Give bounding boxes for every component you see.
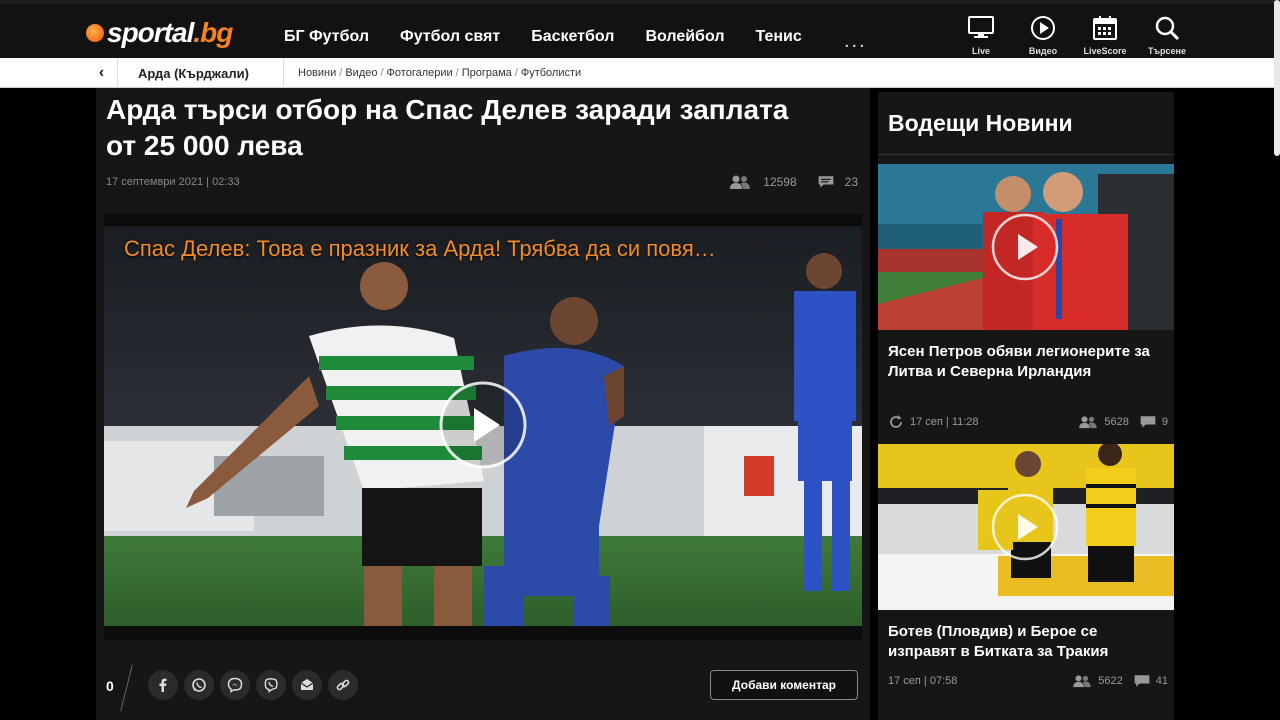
site-logo[interactable]: sportal.bg xyxy=(86,17,233,48)
refresh-icon xyxy=(890,415,902,428)
subnav-divider xyxy=(283,58,284,88)
article: Арда търси отбор на Спас Делев заради за… xyxy=(96,88,870,720)
monitor-icon xyxy=(968,16,994,38)
story-meta: 17 сеп | 07:58 5622 41 xyxy=(888,674,1168,688)
envelope-icon xyxy=(300,679,314,690)
whatsapp-share-button[interactable] xyxy=(184,670,214,700)
live-label: Live xyxy=(971,46,990,56)
video-caption: Спас Делев: Това е празник за Арда! Тряб… xyxy=(124,236,716,261)
logo-name: sportal xyxy=(107,17,194,48)
section-schedule[interactable]: Програма xyxy=(462,67,512,79)
story-date: 17 сеп | 07:58 xyxy=(888,675,958,687)
comment-icon xyxy=(1134,675,1150,687)
story-card[interactable]: Ясен Петров обяви легионерите за Литва и… xyxy=(878,164,1174,436)
nav-bg-football[interactable]: БГ Футбол xyxy=(284,28,369,46)
sidebar-divider xyxy=(878,154,1174,155)
story-meta: 17 сеп | 11:28 5628 9 xyxy=(888,414,1168,430)
article-stats: 12598 23 xyxy=(729,174,858,190)
back-chevron-icon[interactable]: ‹ xyxy=(86,58,118,88)
page-scrollbar[interactable] xyxy=(1274,0,1280,156)
add-comment-button[interactable]: Добави коментар xyxy=(710,670,858,700)
livescore-button[interactable]: LiveScore xyxy=(1074,14,1136,56)
nav-world-football[interactable]: Футбол свят xyxy=(400,28,500,46)
section-players[interactable]: Футболисти xyxy=(521,67,581,79)
section-galleries[interactable]: Фотогалерии xyxy=(387,67,453,79)
livescore-label: LiveScore xyxy=(1083,46,1127,56)
share-buttons xyxy=(148,670,364,700)
whatsapp-icon xyxy=(192,678,206,692)
calendar-icon xyxy=(1093,16,1117,40)
facebook-icon xyxy=(159,678,167,692)
comment-icon xyxy=(818,176,834,188)
nav-tennis[interactable]: Тенис xyxy=(755,28,801,46)
logo-suffix: .bg xyxy=(193,17,233,48)
users-icon xyxy=(1079,416,1098,429)
play-icon xyxy=(991,493,1059,561)
section-video[interactable]: Видео xyxy=(345,67,377,79)
story-comments: 41 xyxy=(1155,675,1168,687)
top-news-sidebar: Водещи Новини Ясен Петров обяви легионер… xyxy=(878,92,1174,720)
viber-share-button[interactable] xyxy=(256,670,286,700)
play-icon[interactable] xyxy=(438,380,528,470)
messenger-icon xyxy=(227,677,243,693)
share-count: 0 xyxy=(106,678,114,694)
story-card[interactable]: Ботев (Пловдив) и Берое се изправят в Би… xyxy=(878,444,1174,720)
facebook-share-button[interactable] xyxy=(148,670,178,700)
story-thumbnail xyxy=(878,444,1174,610)
search-button[interactable]: Търсене xyxy=(1136,14,1198,56)
nav-more-button[interactable]: ... xyxy=(844,30,867,53)
email-share-button[interactable] xyxy=(292,670,322,700)
comment-icon xyxy=(1140,416,1156,428)
club-sections: Новини / Видео / Фотогалерии / Програма / Фу… xyxy=(298,67,582,79)
share-divider xyxy=(120,664,133,712)
live-button[interactable]: Live xyxy=(950,14,1012,56)
viber-icon xyxy=(264,678,278,693)
story-views: 5628 xyxy=(1104,416,1129,428)
article-comments[interactable]: 23 xyxy=(845,175,858,189)
story-comments: 9 xyxy=(1161,416,1168,428)
story-title: Ботев (Пловдив) и Берое се изправят в Би… xyxy=(888,623,1109,660)
link-icon xyxy=(336,679,350,691)
story-title: Ясен Петров обяви легионерите за Литва и… xyxy=(888,343,1150,380)
article-title: Арда търси отбор на Спас Делев заради за… xyxy=(106,94,789,161)
share-bar: 0 Добави коментар xyxy=(96,656,870,720)
main-menu: БГ Футбол Футбол свят Баскетбол Волейбол… xyxy=(284,28,833,46)
play-icon xyxy=(991,213,1059,281)
users-icon xyxy=(730,175,751,189)
logo-ball-icon xyxy=(86,24,104,42)
video-label: Видео xyxy=(1028,46,1058,56)
video-player[interactable]: Спас Делев: Това е празник за Арда! Тряб… xyxy=(104,214,862,640)
play-circle-icon xyxy=(1031,16,1055,40)
video-button[interactable]: Видео xyxy=(1012,14,1074,56)
article-views: 12598 xyxy=(763,175,797,189)
users-icon xyxy=(1073,675,1092,688)
story-views: 5622 xyxy=(1098,675,1123,687)
sidebar-title: Водещи Новини xyxy=(888,110,1073,136)
top-navigation-bar: sportal.bg БГ Футбол Футбол свят Баскетб… xyxy=(0,0,1280,58)
utility-menu: Live Видео LiveScore Търсене xyxy=(950,14,1198,56)
nav-volleyball[interactable]: Волейбол xyxy=(645,28,724,46)
story-date: 17 сеп | 11:28 xyxy=(910,416,979,428)
messenger-share-button[interactable] xyxy=(220,670,250,700)
section-news[interactable]: Новини xyxy=(298,67,336,79)
story-thumbnail xyxy=(878,164,1174,330)
search-icon xyxy=(1155,16,1180,41)
club-name-link[interactable]: Арда (Кърджали) xyxy=(138,66,249,81)
nav-basketball[interactable]: Баскетбол xyxy=(531,28,614,46)
article-date: 17 септември 2021 | 02:33 xyxy=(106,176,240,188)
search-label: Търсене xyxy=(1147,46,1186,56)
club-subnav: ‹ Арда (Кърджали) Новини / Видео / Фотогал… xyxy=(0,58,1280,88)
copy-link-button[interactable] xyxy=(328,670,358,700)
